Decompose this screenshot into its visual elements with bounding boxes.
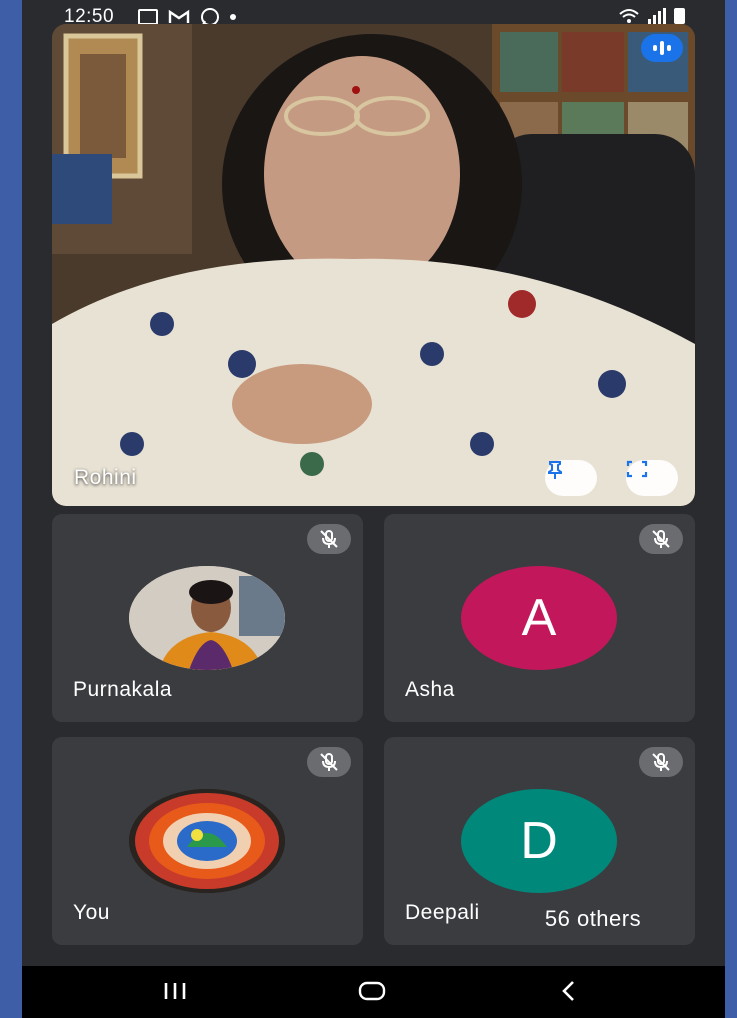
video-frame bbox=[52, 24, 695, 506]
avatar-photo bbox=[129, 789, 285, 893]
main-participant-video[interactable]: Rohini bbox=[52, 24, 695, 506]
participant-name: You bbox=[73, 901, 110, 924]
signal-icon bbox=[648, 8, 666, 24]
recents-button[interactable] bbox=[160, 978, 190, 1004]
participant-tile[interactable]: D Deepali 56 others bbox=[384, 737, 695, 945]
mic-off-indicator bbox=[639, 524, 683, 554]
participant-name: Asha bbox=[405, 678, 455, 701]
main-participant-name: Rohini bbox=[74, 466, 137, 489]
dot-icon bbox=[230, 14, 236, 20]
participant-name: Purnakala bbox=[73, 678, 173, 701]
avatar bbox=[129, 566, 285, 670]
gmail-icon bbox=[168, 9, 190, 23]
image-icon bbox=[138, 9, 158, 25]
avatar-initial: A bbox=[461, 566, 617, 670]
mic-off-indicator bbox=[639, 747, 683, 777]
mic-off-indicator bbox=[307, 747, 351, 777]
meet-screen: 12:50 Rohini Purnakala A Asha You D Deep… bbox=[22, 0, 725, 1018]
fullscreen-icon bbox=[626, 460, 648, 478]
avatar-photo bbox=[129, 566, 285, 670]
avatar-initial: D bbox=[461, 789, 617, 893]
pin-icon bbox=[548, 461, 562, 479]
home-button[interactable] bbox=[352, 978, 392, 1004]
back-icon bbox=[562, 981, 574, 1001]
fullscreen-button[interactable] bbox=[626, 460, 678, 496]
mic-off-icon bbox=[320, 530, 338, 548]
navigation-bar bbox=[22, 966, 725, 1018]
avatar bbox=[129, 789, 285, 893]
avatar-letter: A bbox=[521, 589, 557, 647]
speaking-indicator bbox=[641, 34, 683, 62]
mic-off-icon bbox=[652, 753, 670, 771]
back-button[interactable] bbox=[554, 978, 584, 1004]
others-count-button[interactable]: 56 others bbox=[503, 902, 683, 936]
mic-off-icon bbox=[652, 530, 670, 548]
mic-off-icon bbox=[320, 753, 338, 771]
wifi-calling-icon bbox=[619, 9, 639, 23]
participant-tile[interactable]: Purnakala bbox=[52, 514, 363, 722]
recents-icon bbox=[164, 983, 186, 999]
participant-tile[interactable]: A Asha bbox=[384, 514, 695, 722]
participant-name: Deepali bbox=[405, 901, 480, 924]
pin-button[interactable] bbox=[545, 460, 597, 496]
home-icon bbox=[358, 981, 386, 1001]
battery-icon bbox=[674, 8, 685, 24]
mic-off-indicator bbox=[307, 524, 351, 554]
participant-tile-self[interactable]: You bbox=[52, 737, 363, 945]
avatar-letter: D bbox=[520, 812, 558, 870]
